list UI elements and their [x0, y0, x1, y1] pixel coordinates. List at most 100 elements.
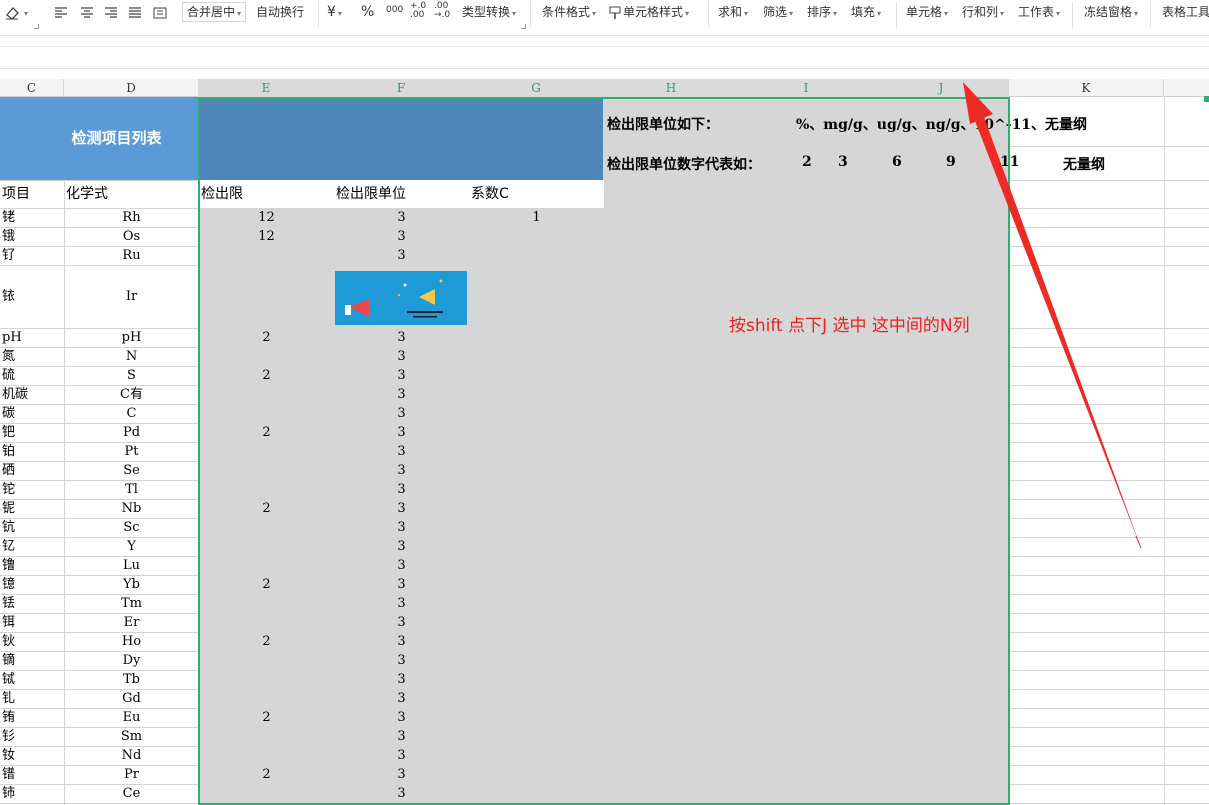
cell-c[interactable]: 钇: [0, 537, 64, 556]
align-center-button[interactable]: [80, 0, 94, 24]
cell-d[interactable]: Dy: [64, 651, 199, 670]
cell-e[interactable]: [199, 689, 334, 708]
cell-c[interactable]: 镨: [0, 765, 64, 784]
cell-d[interactable]: Lu: [64, 556, 199, 575]
cell-c[interactable]: 钕: [0, 746, 64, 765]
cell-f[interactable]: 3: [334, 613, 469, 632]
column-header-c[interactable]: C: [0, 79, 64, 97]
decrease-decimal-button[interactable]: .00 →.0: [434, 2, 450, 26]
cell-e[interactable]: [199, 651, 334, 670]
cell-g[interactable]: [469, 575, 604, 594]
cell-c[interactable]: 钆: [0, 689, 64, 708]
cell-e[interactable]: 2: [199, 575, 334, 594]
cell-d[interactable]: Ho: [64, 632, 199, 651]
cell-g[interactable]: [469, 537, 604, 556]
cell-e[interactable]: 12: [199, 227, 334, 246]
cell-g[interactable]: [469, 265, 604, 328]
cell-c[interactable]: 铑: [0, 208, 64, 227]
freeze-panes-button[interactable]: 冻结窗格 ▾: [1084, 0, 1138, 24]
cell-f[interactable]: 3: [334, 632, 469, 651]
cell-g[interactable]: [469, 746, 604, 765]
cell-d[interactable]: C有: [64, 385, 199, 404]
header-detection-limit[interactable]: 检出限: [199, 180, 334, 208]
cell-d[interactable]: Rh: [64, 208, 199, 227]
cell-c[interactable]: 铥: [0, 594, 64, 613]
cell-d[interactable]: Gd: [64, 689, 199, 708]
fill-button[interactable]: 填充 ▾: [851, 0, 881, 24]
cell-e[interactable]: 2: [199, 328, 334, 347]
cell-f[interactable]: 3: [334, 442, 469, 461]
cell-d[interactable]: Nb: [64, 499, 199, 518]
cell-e[interactable]: 2: [199, 499, 334, 518]
cell-e[interactable]: [199, 461, 334, 480]
cell-c[interactable]: 铒: [0, 613, 64, 632]
cell-d[interactable]: Tb: [64, 670, 199, 689]
cell-f[interactable]: 3: [334, 727, 469, 746]
cell-e[interactable]: [199, 385, 334, 404]
cell-e[interactable]: [199, 594, 334, 613]
formula-bar[interactable]: [0, 36, 1209, 69]
cell-f[interactable]: 3: [334, 366, 469, 385]
cell-e[interactable]: [199, 442, 334, 461]
cell-f[interactable]: 3: [334, 208, 469, 227]
cell-e[interactable]: 2: [199, 366, 334, 385]
cell-c[interactable]: 钯: [0, 423, 64, 442]
cell-f[interactable]: 3: [334, 385, 469, 404]
cell-c[interactable]: 钐: [0, 727, 64, 746]
header-limit-unit[interactable]: 检出限单位: [334, 180, 469, 208]
cell-c[interactable]: 铕: [0, 708, 64, 727]
title-merged-area[interactable]: [199, 97, 603, 180]
cell-g[interactable]: [469, 385, 604, 404]
cell-g[interactable]: [469, 328, 604, 347]
cell-f[interactable]: 3: [334, 670, 469, 689]
header-formula[interactable]: 化学式: [64, 180, 199, 208]
cell-d[interactable]: Sm: [64, 727, 199, 746]
column-header-j[interactable]: J: [874, 79, 1009, 97]
cell-f[interactable]: 3: [334, 746, 469, 765]
cell-g[interactable]: [469, 480, 604, 499]
increase-decimal-button[interactable]: +.0 .00: [410, 2, 426, 26]
cell-e[interactable]: [199, 518, 334, 537]
cell-g[interactable]: [469, 423, 604, 442]
justify-button[interactable]: [128, 0, 142, 24]
sheet-title[interactable]: 检测项目列表: [0, 97, 199, 180]
cell-f[interactable]: 3: [334, 651, 469, 670]
column-header-f[interactable]: F: [334, 79, 469, 97]
cell-d[interactable]: Se: [64, 461, 199, 480]
cell-e[interactable]: [199, 480, 334, 499]
cell-e[interactable]: [199, 670, 334, 689]
cell-f[interactable]: 3: [334, 461, 469, 480]
sort-button[interactable]: 排序 ▾: [807, 0, 837, 24]
cell-f[interactable]: 3: [334, 347, 469, 366]
cell-c[interactable]: 铱: [0, 265, 64, 328]
cell-d[interactable]: Tl: [64, 480, 199, 499]
cell-d[interactable]: Os: [64, 227, 199, 246]
header-coefficient[interactable]: 系数C: [469, 180, 604, 208]
cell-e[interactable]: [199, 613, 334, 632]
cell-g[interactable]: [469, 594, 604, 613]
wrap-text-button[interactable]: 自动换行: [256, 0, 304, 24]
cell-e[interactable]: [199, 404, 334, 423]
cell-g[interactable]: [469, 518, 604, 537]
cell-e[interactable]: 2: [199, 708, 334, 727]
cell-d[interactable]: Eu: [64, 708, 199, 727]
cell-d[interactable]: Yb: [64, 575, 199, 594]
cell-g[interactable]: [469, 461, 604, 480]
cell-e[interactable]: 2: [199, 423, 334, 442]
cell-g[interactable]: 1: [469, 208, 604, 227]
table-tools-button[interactable]: 表格工具▾: [1162, 0, 1209, 24]
cell-f[interactable]: 3: [334, 423, 469, 442]
cell-e[interactable]: [199, 246, 334, 265]
percent-button[interactable]: %: [361, 0, 374, 24]
cell-d[interactable]: Ir: [64, 265, 199, 328]
cell-d[interactable]: C: [64, 404, 199, 423]
cell-f[interactable]: 3: [334, 499, 469, 518]
cell-g[interactable]: [469, 632, 604, 651]
cell-f[interactable]: 3: [334, 765, 469, 784]
cell-c[interactable]: 碳: [0, 404, 64, 423]
cell-button[interactable]: 单元格 ▾: [906, 0, 948, 24]
cell-f[interactable]: 3: [334, 480, 469, 499]
cell-g[interactable]: [469, 499, 604, 518]
cell-f[interactable]: 3: [334, 556, 469, 575]
cell-f[interactable]: 3: [334, 518, 469, 537]
